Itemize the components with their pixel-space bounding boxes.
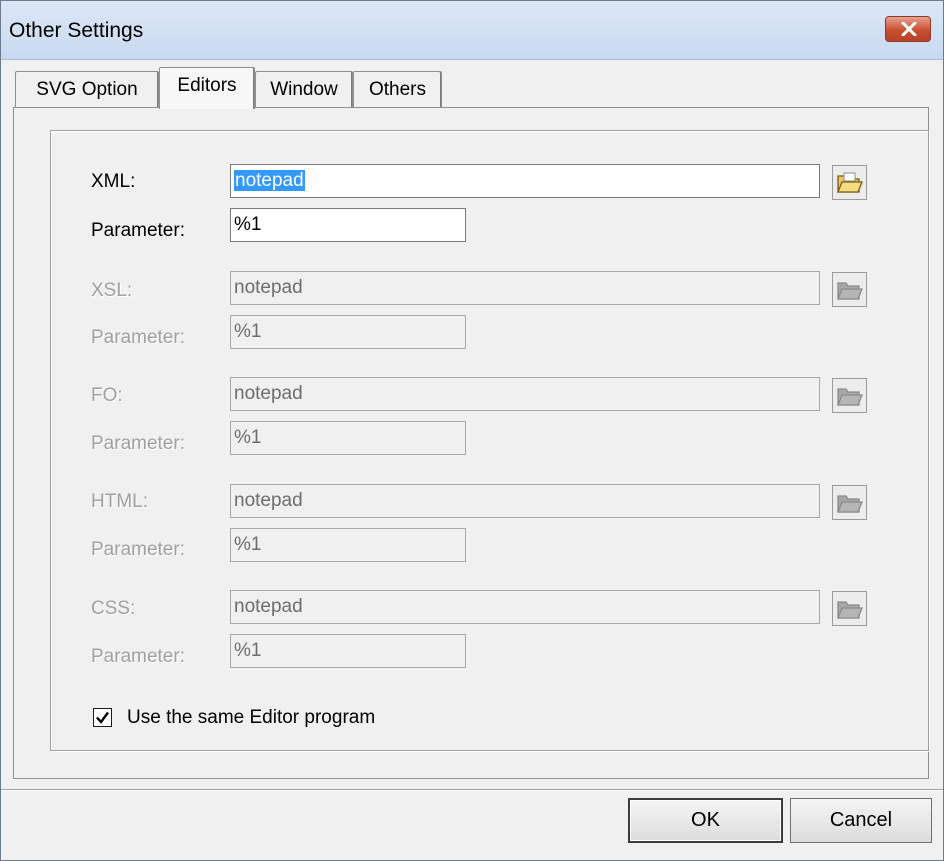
same-editor-label: Use the same Editor program bbox=[127, 707, 376, 728]
xml-browse-button[interactable] bbox=[832, 165, 867, 200]
dialog-window: Other Settings SVG Option Editors Window… bbox=[0, 0, 944, 861]
cancel-button-label: Cancel bbox=[829, 809, 893, 831]
tab-label: Editors bbox=[177, 75, 237, 96]
tab-label: Window bbox=[270, 79, 338, 100]
folder-icon-disabled bbox=[837, 495, 863, 513]
ok-button[interactable]: OK bbox=[628, 798, 783, 843]
folder-icon-disabled bbox=[837, 282, 863, 300]
html-parameter-label: Parameter: bbox=[91, 539, 185, 560]
tab-svg-option[interactable]: SVG Option bbox=[15, 71, 159, 107]
tab-window[interactable]: Window bbox=[255, 71, 353, 107]
css-editor-input[interactable]: notepad bbox=[230, 590, 820, 624]
fo-label: FO: bbox=[91, 385, 123, 406]
xml-parameter-label: Parameter: bbox=[91, 220, 185, 241]
xml-editor-value: notepad bbox=[234, 170, 305, 191]
fo-browse-button[interactable] bbox=[832, 378, 867, 413]
tab-others[interactable]: Others bbox=[353, 71, 442, 107]
css-parameter-label: Parameter: bbox=[91, 646, 185, 667]
xml-label: XML: bbox=[91, 171, 136, 192]
css-parameter-input[interactable]: %1 bbox=[230, 634, 466, 668]
close-icon bbox=[901, 22, 917, 36]
html-editor-input[interactable]: notepad bbox=[230, 484, 820, 518]
folder-icon-disabled bbox=[837, 388, 863, 406]
fo-parameter-input[interactable]: %1 bbox=[230, 421, 466, 455]
xsl-editor-input[interactable]: notepad bbox=[230, 271, 820, 305]
xml-editor-input[interactable]: notepad bbox=[230, 164, 820, 198]
tab-label: Others bbox=[368, 79, 427, 100]
html-browse-button[interactable] bbox=[832, 485, 867, 520]
cancel-button[interactable]: Cancel bbox=[790, 798, 932, 843]
xsl-label: XSL: bbox=[91, 280, 133, 301]
footer-divider bbox=[1, 789, 943, 791]
close-button[interactable] bbox=[885, 16, 931, 42]
tab-editors[interactable]: Editors bbox=[159, 67, 255, 109]
title-bar: Other Settings bbox=[1, 1, 943, 60]
folder-open-icon bbox=[837, 172, 863, 193]
fo-parameter-label: Parameter: bbox=[91, 433, 185, 454]
checkmark-icon bbox=[96, 711, 109, 724]
same-editor-checkbox[interactable] bbox=[93, 708, 112, 727]
fo-editor-input[interactable]: notepad bbox=[230, 377, 820, 411]
html-label: HTML: bbox=[91, 491, 148, 512]
ok-button-label: OK bbox=[691, 809, 720, 831]
tab-label: SVG Option bbox=[36, 79, 138, 100]
window-title: Other Settings bbox=[9, 19, 144, 42]
folder-icon-disabled bbox=[837, 601, 863, 619]
html-parameter-input[interactable]: %1 bbox=[230, 528, 466, 562]
xsl-parameter-input[interactable]: %1 bbox=[230, 315, 466, 349]
xml-parameter-input[interactable]: %1 bbox=[230, 208, 466, 242]
css-label: CSS: bbox=[91, 598, 136, 619]
css-browse-button[interactable] bbox=[832, 591, 867, 626]
xsl-browse-button[interactable] bbox=[832, 272, 867, 307]
xsl-parameter-label: Parameter: bbox=[91, 327, 185, 348]
